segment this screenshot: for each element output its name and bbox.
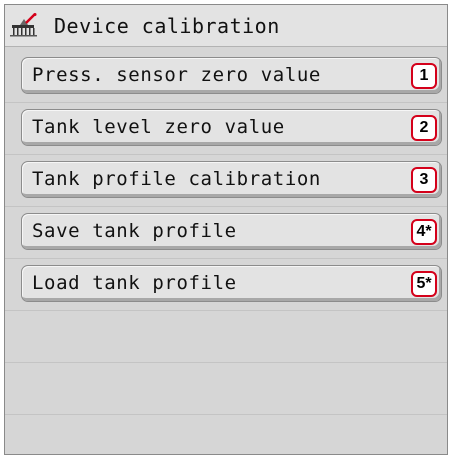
empty-row — [5, 311, 447, 363]
menu-row: Tank profile calibration 3 — [5, 155, 447, 207]
button-label: Load tank profile — [32, 272, 237, 294]
shortcut-badge: 4* — [411, 219, 437, 245]
menu-row: Load tank profile 5* — [5, 259, 447, 311]
shortcut-badge: 1 — [411, 63, 437, 89]
menu-row: Press. sensor zero value 1 — [5, 51, 447, 103]
tank-profile-calibration-button[interactable]: Tank profile calibration 3 — [21, 161, 442, 198]
shortcut-badge: 5* — [411, 271, 437, 297]
menu-row: Save tank profile 4* — [5, 207, 447, 259]
menu-row: Tank level zero value 2 — [5, 103, 447, 155]
load-tank-profile-button[interactable]: Load tank profile 5* — [21, 265, 442, 302]
sprayer-calibration-icon — [10, 13, 38, 39]
button-label: Tank level zero value — [32, 116, 285, 138]
shortcut-badge: 3 — [411, 167, 437, 193]
empty-row — [5, 415, 447, 454]
title-bar: Device calibration — [5, 5, 447, 47]
button-label: Press. sensor zero value — [32, 64, 321, 86]
device-calibration-screen: Device calibration Press. sensor zero va… — [4, 4, 448, 455]
shortcut-badge: 2 — [411, 115, 437, 141]
button-label: Save tank profile — [32, 220, 237, 242]
tank-level-zero-button[interactable]: Tank level zero value 2 — [21, 109, 442, 146]
page-title: Device calibration — [54, 14, 280, 38]
button-label: Tank profile calibration — [32, 168, 321, 190]
save-tank-profile-button[interactable]: Save tank profile 4* — [21, 213, 442, 250]
press-sensor-zero-button[interactable]: Press. sensor zero value 1 — [21, 57, 442, 94]
empty-row — [5, 363, 447, 415]
